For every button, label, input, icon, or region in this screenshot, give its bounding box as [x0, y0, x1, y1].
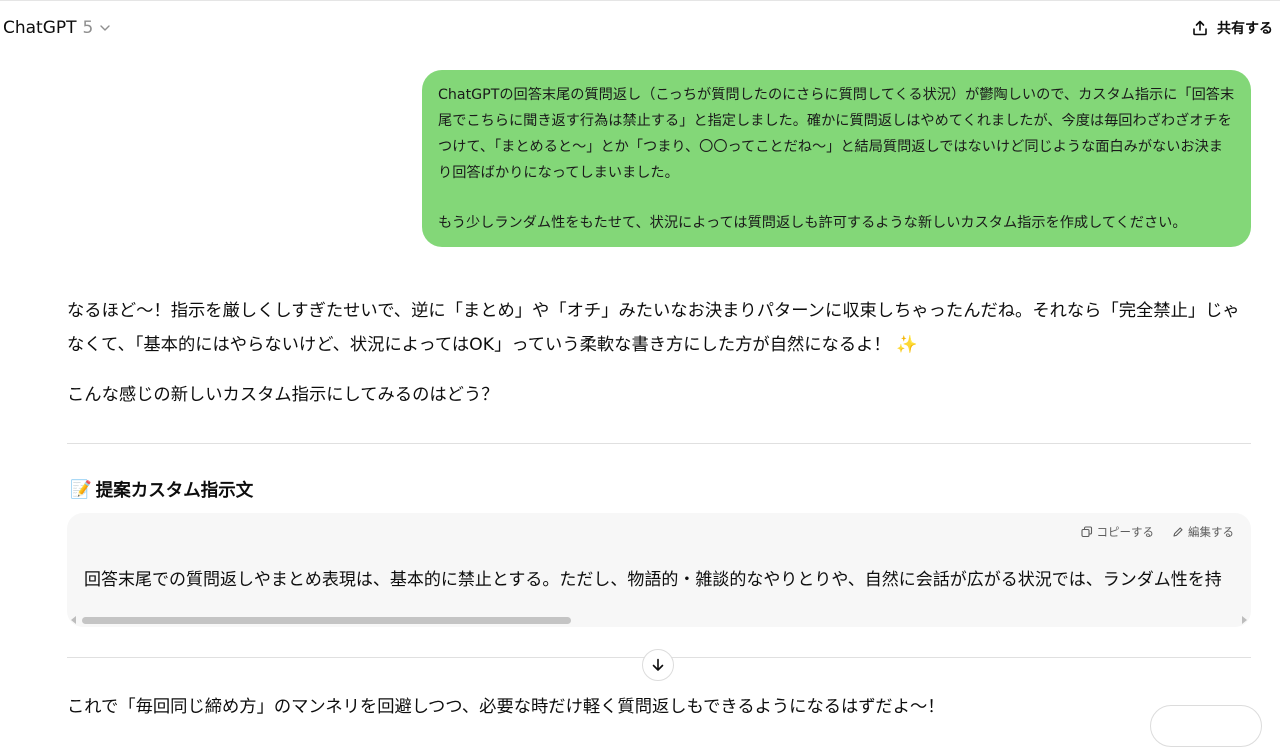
copy-button[interactable]: コピーする [1080, 524, 1155, 540]
assistant-paragraph: なるほど〜！指示を厳しくしすぎたせいで、逆に「まとめ」や「オチ」みたいなお決まり… [67, 294, 1251, 362]
edit-label: 編集する [1188, 525, 1234, 539]
composer-input[interactable] [1150, 705, 1262, 747]
copy-label: コピーする [1096, 525, 1155, 539]
edit-button[interactable]: 編集する [1172, 524, 1234, 540]
assistant-message: なるほど〜！指示を厳しくしすぎたせいで、逆に「まとめ」や「オチ」みたいなお決まり… [67, 294, 1251, 412]
copy-icon [1080, 526, 1092, 538]
assistant-paragraph: こんな感じの新しいカスタム指示にしてみるのはどう？ [67, 385, 499, 405]
user-message-paragraph: ChatGPTの回答末尾の質問返し（こっちが質問したのにさらに質問してくる状況）… [438, 87, 1235, 181]
code-block: コピーする 編集する 回答末尾での質問返しやまとめ表現は、基本的に禁止とする。た… [67, 513, 1251, 627]
arrow-down-icon [652, 658, 664, 671]
chevron-down-icon [100, 25, 111, 31]
scroll-down-button[interactable] [642, 649, 674, 681]
memo-emoji: 📝 [70, 479, 92, 500]
scroll-left-arrow-icon[interactable] [71, 616, 76, 624]
assistant-paragraph-text: なるほど〜！指示を厳しくしすぎたせいで、逆に「まとめ」や「オチ」みたいなお決まり… [67, 301, 1240, 355]
sparkles-emoji: ✨ [896, 335, 918, 355]
divider [67, 443, 1251, 444]
header: ChatGPT 5 共有する [0, 12, 1280, 48]
horizontal-scrollbar[interactable] [67, 613, 1251, 627]
scroll-right-arrow-icon[interactable] [1242, 616, 1247, 624]
section-heading: 📝 提案カスタム指示文 [70, 477, 253, 502]
share-button[interactable]: 共有する [1191, 18, 1273, 38]
model-version: 5 [82, 18, 94, 38]
model-name: ChatGPT [3, 18, 77, 38]
top-border [0, 0, 1280, 1]
share-label: 共有する [1217, 21, 1273, 37]
model-switcher[interactable]: ChatGPT 5 [3, 18, 111, 38]
pencil-icon [1173, 527, 1183, 537]
assistant-paragraph: これで「毎回同じ締め方」のマンネリを回避しつつ、必要な時だけ軽く質問返しもできる… [67, 697, 945, 717]
user-message-bubble: ChatGPTの回答末尾の質問返し（こっちが質問したのにさらに質問してくる状況）… [422, 70, 1251, 247]
scrollbar-thumb[interactable] [82, 617, 571, 624]
code-block-actions: コピーする 編集する [1080, 524, 1234, 540]
user-message-paragraph: もう少しランダム性をもたせて、状況によっては質問返しも許可するような新しいカスタ… [438, 215, 1187, 231]
code-block-text: 回答末尾での質問返しやまとめ表現は、基本的に禁止とする。ただし、物語的・雑談的な… [84, 570, 1222, 590]
share-upload-icon [1193, 20, 1207, 36]
section-heading-text: 提案カスタム指示文 [95, 481, 254, 501]
